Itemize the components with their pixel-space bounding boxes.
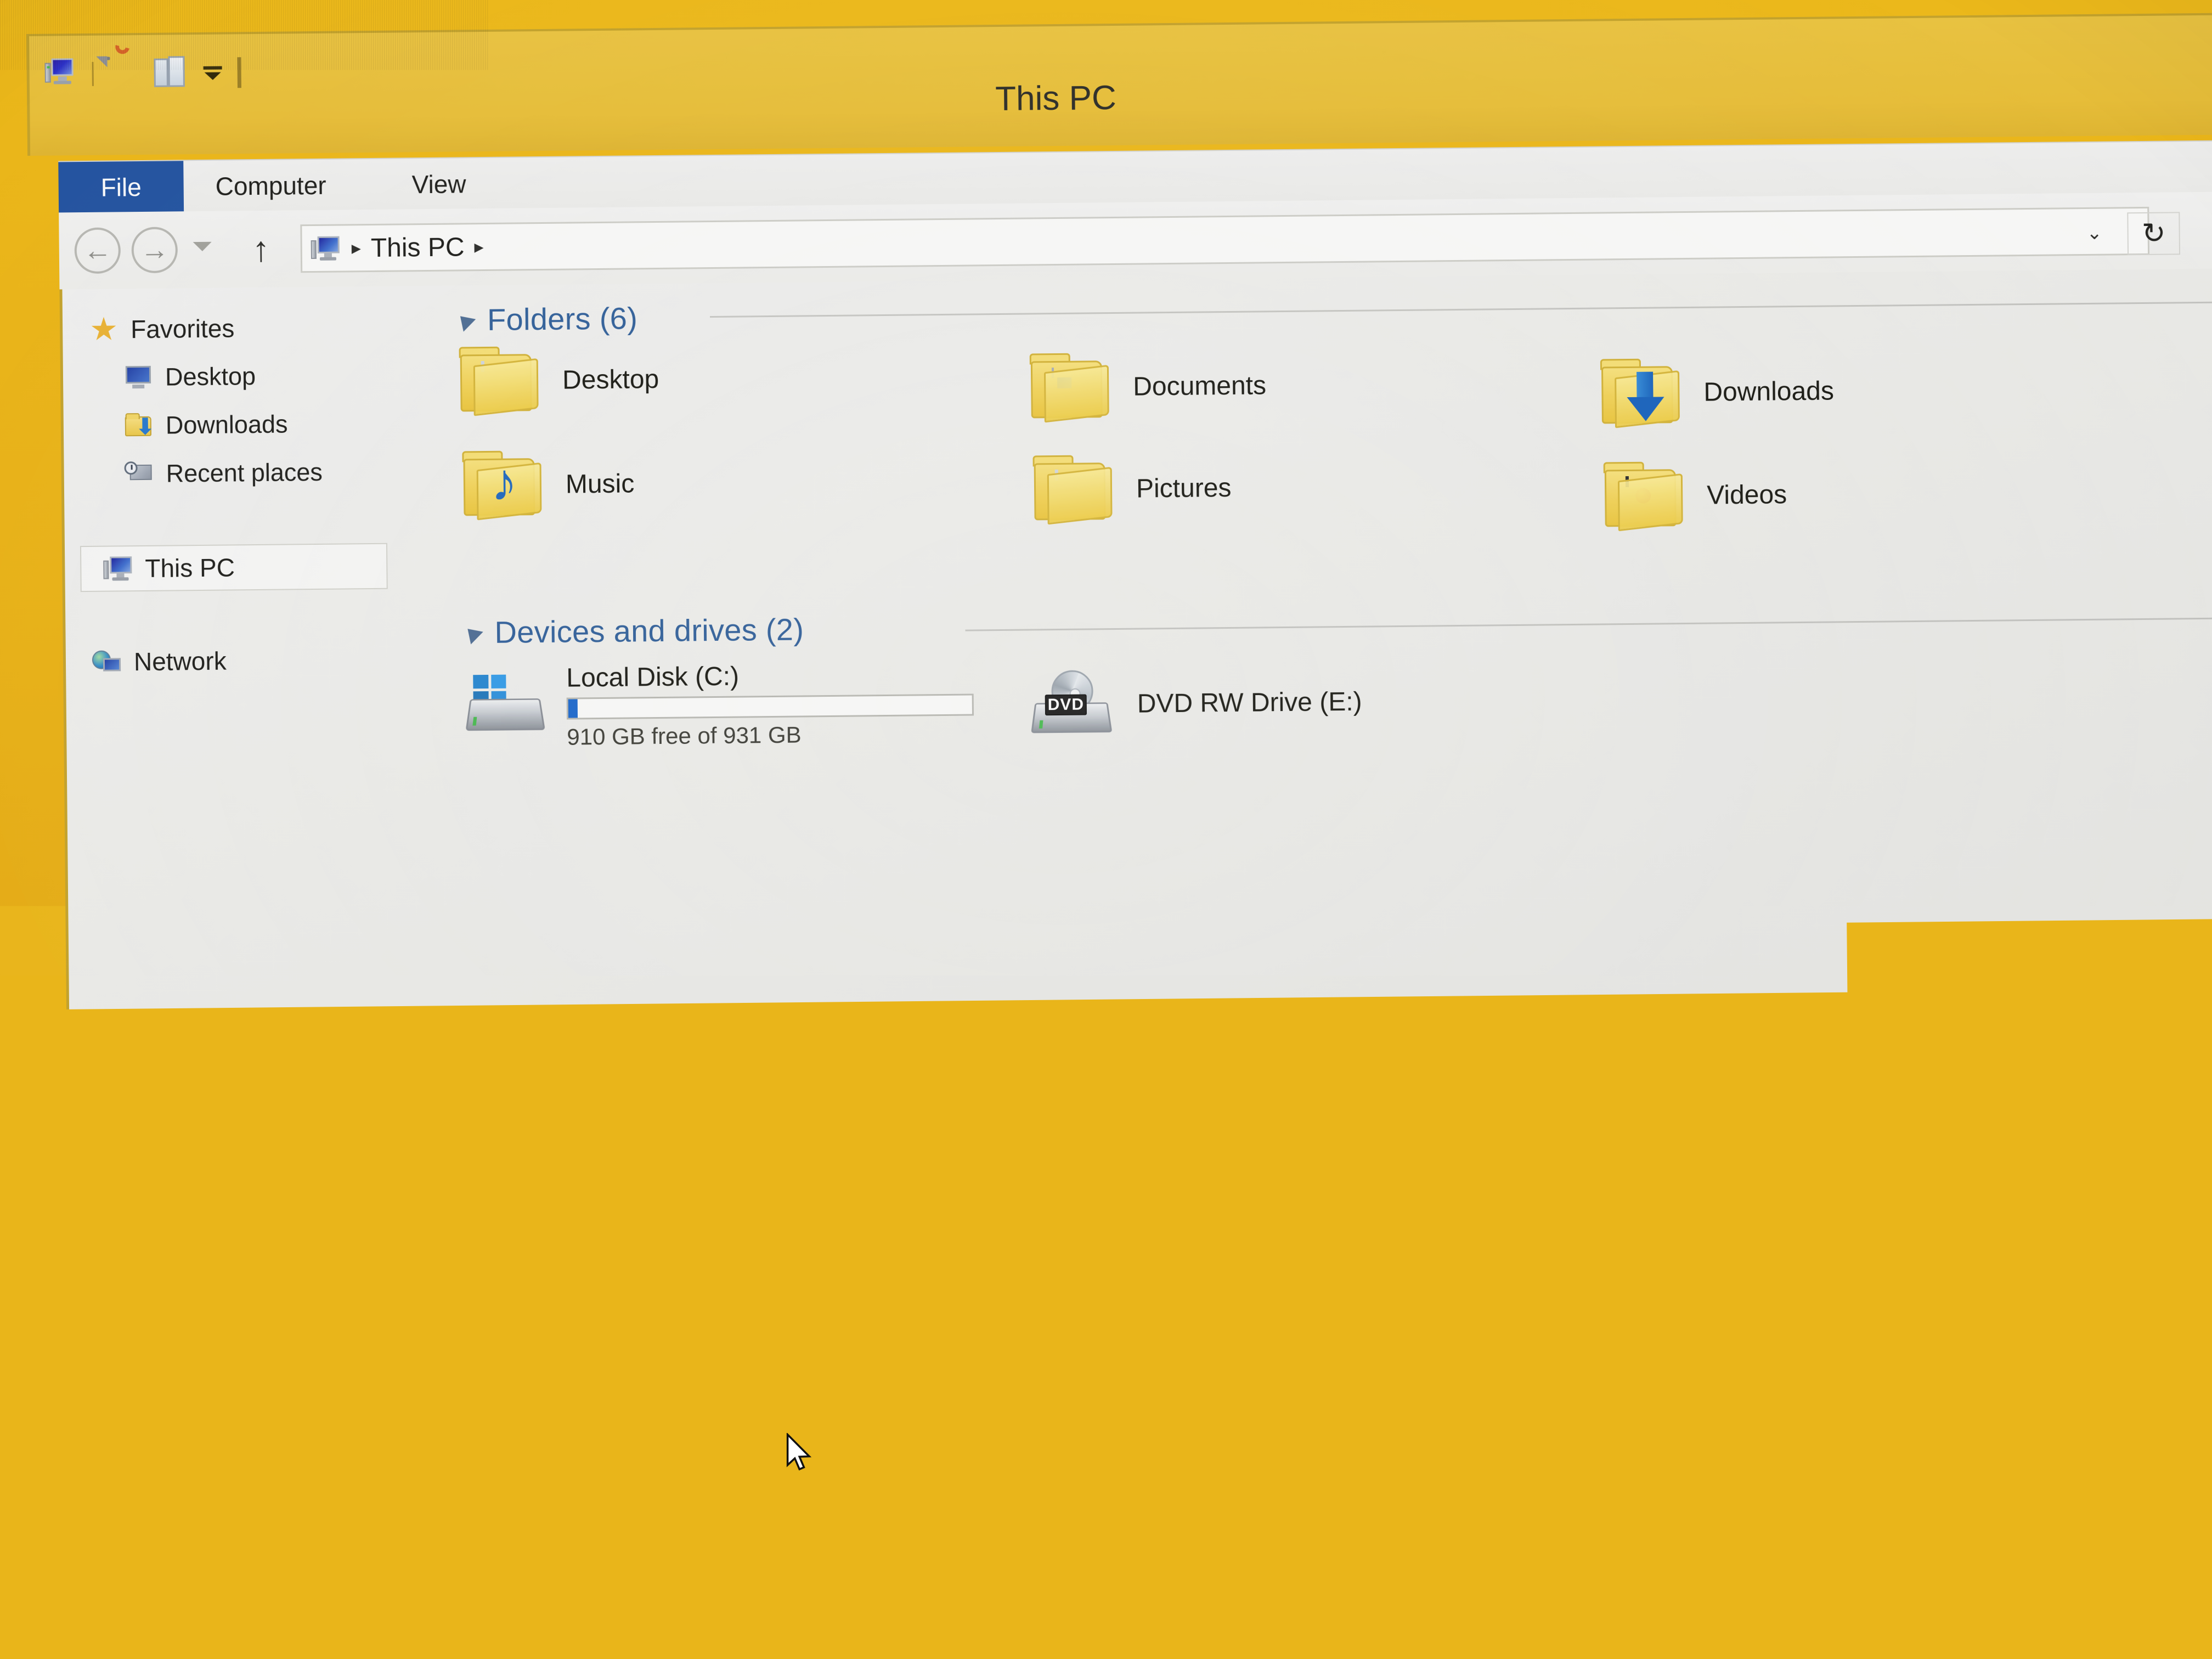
sidebar-item-favorites[interactable]: ★ Favorites: [63, 304, 392, 353]
group-header-label: Devices and drives (2): [494, 611, 804, 650]
breadcrumb-empty-space[interactable]: [494, 231, 2148, 247]
list-item[interactable]: Local Disk (C:) 910 GB free of 931 GB: [467, 659, 974, 751]
forward-button[interactable]: →: [131, 227, 178, 273]
window-title: This PC: [995, 78, 1116, 119]
folder-videos-icon: [1602, 460, 1685, 531]
item-label: Music: [566, 469, 635, 499]
sidebar-item-label: Downloads: [166, 410, 288, 439]
title-bar: This PC: [26, 13, 2212, 156]
sidebar-item-downloads[interactable]: ⬇ Downloads: [63, 400, 393, 450]
items-pane: Folders (6) Desktop Documents Downloads …: [402, 268, 2212, 1432]
list-item[interactable]: Desktop: [458, 344, 659, 416]
drive-label: Local Disk (C:): [566, 659, 973, 693]
folder-desktop-icon: [458, 345, 540, 416]
this-pc-icon: [103, 555, 133, 583]
sidebar-item-label: Favorites: [131, 313, 235, 344]
downloads-folder-icon: ⬇: [124, 412, 154, 440]
customize-quick-access-icon[interactable]: [201, 65, 224, 81]
recent-locations-icon[interactable]: [193, 242, 212, 251]
group-divider: [965, 618, 2212, 631]
content-area: ★ Favorites Desktop ⬇ Downloads Recent p…: [59, 268, 2212, 1436]
dvd-drive-icon: DVD: [1032, 670, 1115, 738]
list-item[interactable]: ♪ Music: [461, 448, 635, 520]
item-label: Downloads: [1703, 376, 1834, 407]
list-item[interactable]: Downloads: [1599, 356, 1835, 428]
folder-pictures-icon: [1031, 454, 1114, 524]
item-label: Documents: [1133, 370, 1266, 402]
navigation-pane: ★ Favorites Desktop ⬇ Downloads Recent p…: [62, 286, 413, 1436]
toolbar-divider-2: [237, 57, 241, 88]
collapse-arrow-icon[interactable]: [454, 309, 476, 331]
list-item[interactable]: Documents: [1029, 350, 1267, 422]
sidebar-item-desktop[interactable]: Desktop: [63, 352, 393, 402]
chevron-down-icon[interactable]: ⌄: [2073, 217, 2115, 249]
list-item[interactable]: DVD DVD RW Drive (E:): [1032, 668, 1362, 739]
group-header-devices-and-drives[interactable]: Devices and drives (2): [462, 611, 804, 650]
monitor-icon: [123, 364, 153, 392]
group-header-folders[interactable]: Folders (6): [455, 300, 638, 337]
sidebar-item-label: Network: [134, 646, 227, 677]
tab-computer[interactable]: Computer: [196, 159, 345, 212]
sidebar-item-label: Desktop: [165, 362, 256, 392]
tab-file[interactable]: File: [58, 161, 184, 213]
file-explorer-window: This PC File Computer View ← → ↑ ▸ This …: [26, 13, 2212, 1471]
monitor-photo: This PC File Computer View ← → ↑ ▸ This …: [0, 0, 2212, 1659]
item-label: Pictures: [1136, 472, 1232, 504]
item-count: 8 items: [141, 1396, 212, 1421]
list-item[interactable]: Pictures: [1031, 453, 1232, 524]
system-menu-icon[interactable]: [44, 57, 79, 92]
list-item[interactable]: Videos: [1602, 459, 1787, 531]
star-icon: ★: [89, 315, 119, 343]
folder-music-icon: ♪: [461, 449, 544, 520]
network-globe-icon: [92, 648, 122, 676]
up-button[interactable]: ↑: [240, 227, 282, 272]
item-label: Desktop: [562, 364, 659, 395]
drive-label: DVD RW Drive (E:): [1137, 686, 1362, 719]
new-folder-icon[interactable]: [154, 56, 188, 91]
toolbar-divider: [92, 62, 93, 86]
sidebar-item-network[interactable]: Network: [66, 636, 396, 686]
properties-icon[interactable]: [106, 57, 141, 91]
breadcrumb-item-this-pc[interactable]: This PC: [371, 232, 465, 263]
refresh-icon[interactable]: ↻: [2127, 212, 2180, 255]
folder-documents-icon: [1029, 352, 1111, 422]
group-header-label: Folders (6): [487, 300, 638, 337]
sidebar-item-label: This PC: [145, 552, 235, 583]
dvd-badge: DVD: [1045, 695, 1087, 716]
drive-free-space: 910 GB free of 931 GB: [567, 720, 974, 750]
group-divider: [710, 302, 2212, 318]
sidebar-item-recent-places[interactable]: Recent places: [64, 449, 393, 498]
sidebar-item-this-pc[interactable]: This PC: [80, 543, 388, 592]
sidebar-item-label: Recent places: [166, 458, 323, 488]
recent-places-icon: [124, 460, 154, 488]
hard-drive-icon: [467, 674, 545, 740]
quick-access-toolbar: [44, 53, 241, 94]
disk-usage-bar: [567, 693, 974, 719]
breadcrumb-separator-2[interactable]: ▸: [474, 238, 483, 256]
desktop-wallpaper-bottom: [0, 1481, 2212, 1659]
breadcrumb-separator-1: ▸: [352, 239, 361, 257]
collapse-arrow-icon[interactable]: [461, 622, 483, 644]
item-label: Videos: [1707, 479, 1787, 510]
folder-downloads-icon: [1599, 357, 1682, 428]
mouse-pointer: [786, 1433, 815, 1475]
back-button[interactable]: ←: [74, 227, 121, 274]
tab-view[interactable]: View: [393, 158, 485, 211]
this-pc-icon: [311, 235, 342, 263]
breadcrumb[interactable]: ▸ This PC ▸: [300, 207, 2149, 273]
